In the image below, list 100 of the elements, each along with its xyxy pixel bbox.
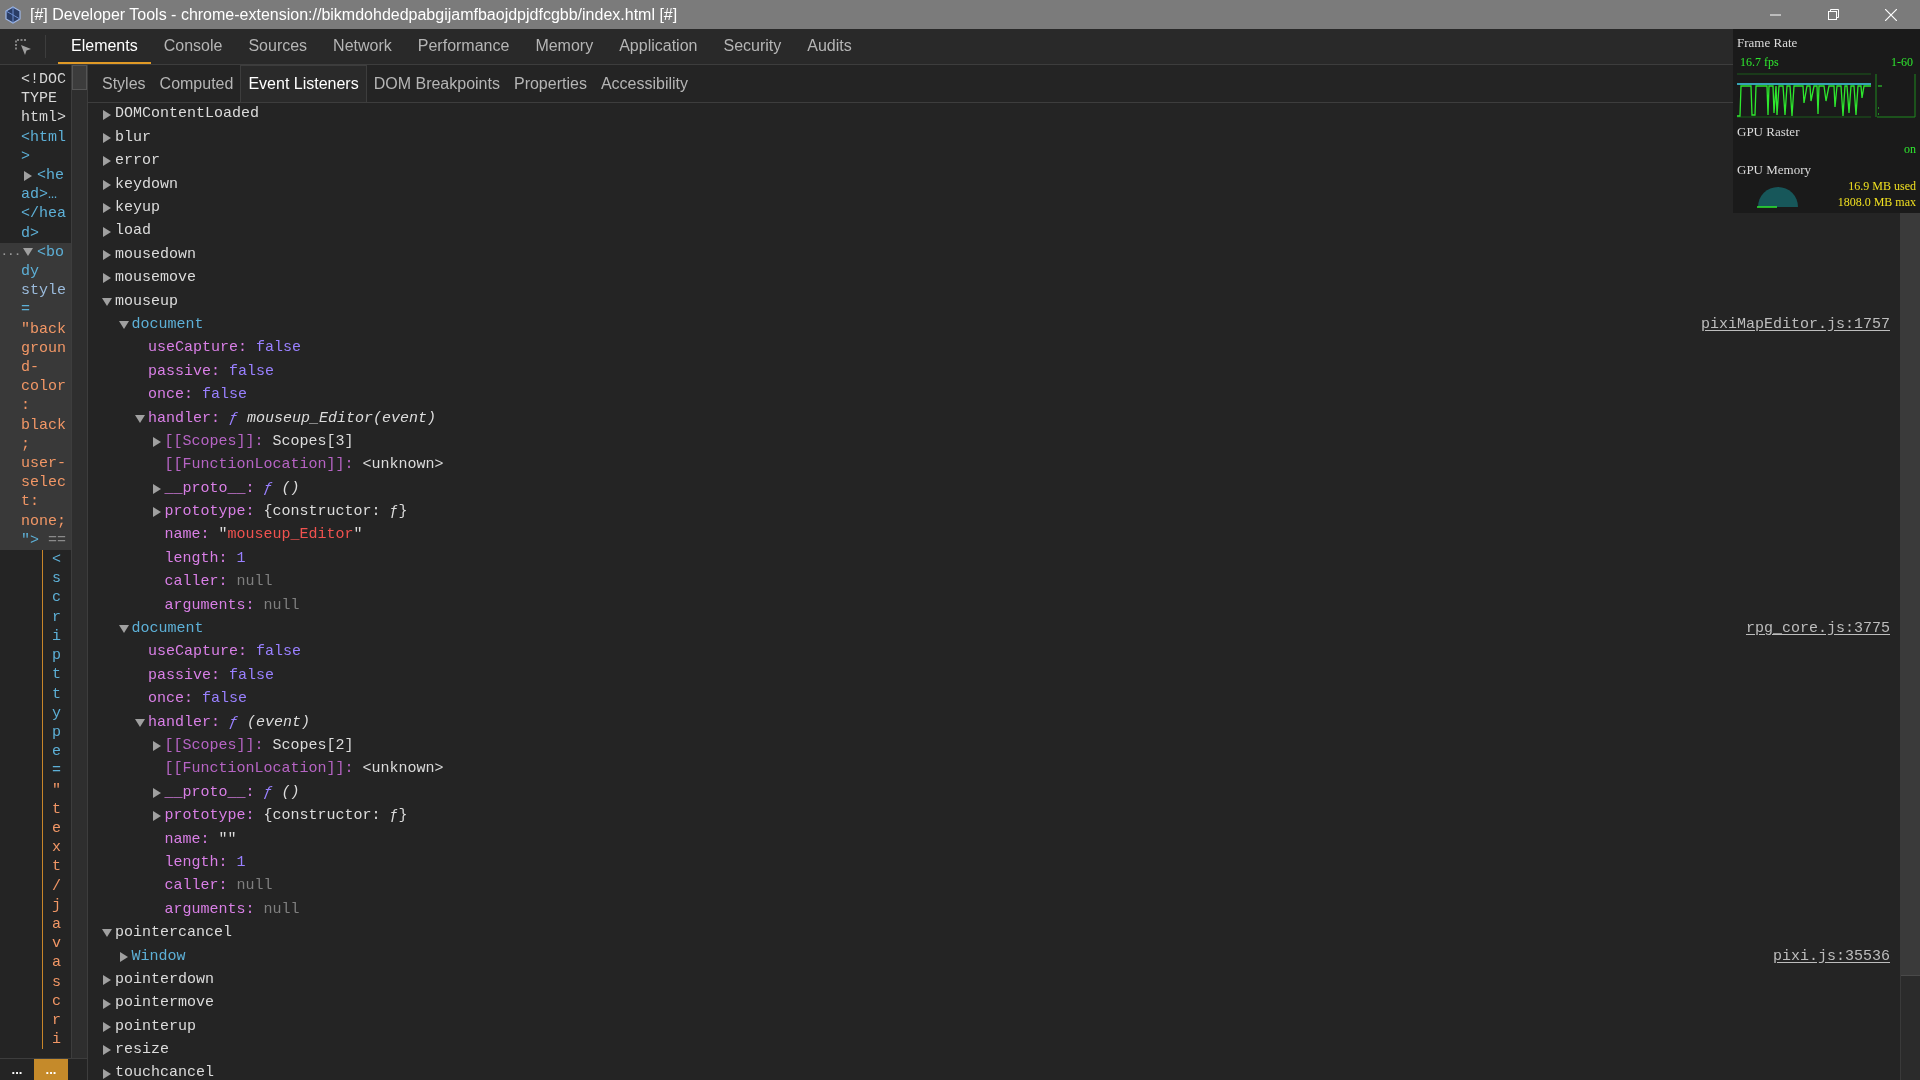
- scrollbar[interactable]: [1900, 213, 1920, 1080]
- sidebar-tab[interactable]: Computed: [152, 65, 241, 102]
- source-link[interactable]: pixi.js:35536: [1772, 945, 1890, 968]
- event-name[interactable]: DOMContentLoaded: [115, 103, 260, 126]
- dom-node[interactable]: <script type= "text/javascri: [52, 550, 61, 1050]
- expand-arrow-icon[interactable]: [102, 203, 112, 214]
- event-name[interactable]: resize: [115, 1039, 169, 1062]
- event-name[interactable]: keydown: [115, 173, 178, 197]
- expand-arrow-icon[interactable]: [102, 1068, 112, 1079]
- property-value: false: [256, 642, 302, 663]
- property-key[interactable]: __proto__:: [164, 781, 255, 805]
- event-name[interactable]: mousedown: [115, 243, 196, 267]
- expand-arrow-icon[interactable]: [102, 1045, 112, 1056]
- property-key: caller:: [164, 875, 228, 898]
- expand-arrow-icon[interactable]: [102, 133, 112, 144]
- memory-max: 1808.0 MB max: [1837, 193, 1916, 210]
- breadcrumb[interactable]: ...: [0, 1059, 34, 1080]
- listener-target[interactable]: document: [131, 618, 204, 641]
- expand-arrow-icon[interactable]: [102, 998, 112, 1009]
- collapse-arrow-icon[interactable]: [102, 928, 112, 939]
- expand-arrow-icon[interactable]: [102, 226, 112, 237]
- sidebar-tab[interactable]: Accessibility: [593, 65, 695, 102]
- event-name[interactable]: pointerup: [115, 1015, 196, 1039]
- collapse-arrow-icon[interactable]: [118, 624, 129, 635]
- panel-tab[interactable]: Performance: [404, 29, 523, 64]
- event-name[interactable]: pointermove: [115, 992, 215, 1015]
- property-value: null: [263, 595, 300, 616]
- property-key[interactable]: handler:: [148, 711, 220, 735]
- event-name[interactable]: pointerdown: [115, 968, 215, 992]
- expand-arrow-icon[interactable]: [151, 437, 162, 448]
- property-value: {constructor: ƒ}: [263, 806, 408, 827]
- expand-arrow-icon[interactable]: [102, 250, 112, 261]
- panel-tab[interactable]: Network: [320, 29, 405, 64]
- expand-arrow-icon[interactable]: [151, 507, 162, 518]
- property-value: 1: [236, 852, 246, 873]
- event-name[interactable]: error: [115, 150, 160, 173]
- property-value: "mouseup_Editor": [218, 525, 363, 546]
- listener-target[interactable]: document: [131, 313, 204, 337]
- property-key[interactable]: prototype:: [164, 501, 255, 524]
- panel-tab[interactable]: Security: [710, 29, 795, 64]
- property-key[interactable]: __proto__:: [164, 477, 255, 501]
- panel-tab[interactable]: Memory: [522, 29, 607, 64]
- property-key[interactable]: handler:: [148, 407, 220, 430]
- event-name[interactable]: load: [115, 220, 151, 243]
- expand-arrow-icon[interactable]: [23, 170, 33, 181]
- property-key: length:: [164, 547, 228, 571]
- expand-arrow-icon[interactable]: [102, 273, 112, 284]
- event-name[interactable]: mouseup: [115, 290, 178, 314]
- sidebar-tab[interactable]: Event Listeners: [240, 65, 367, 102]
- expand-arrow-icon[interactable]: [151, 811, 162, 822]
- expand-arrow-icon[interactable]: [102, 179, 112, 190]
- dom-node[interactable]: <he ad>… </hea d>: [21, 166, 69, 243]
- property-value: false: [229, 665, 275, 686]
- fps-range: 1-60: [1891, 53, 1913, 71]
- sidebar-tab[interactable]: DOM Breakpoints: [366, 65, 507, 102]
- window-title: [#] Developer Tools - chrome-extension://bikmdohdedpabgijamfbaojdpjdfcgbb/index.html [#]: [30, 4, 678, 25]
- expand-arrow-icon[interactable]: [151, 788, 162, 798]
- expand-arrow-icon[interactable]: [102, 109, 112, 120]
- property-key[interactable]: [[Scopes]]:: [164, 430, 264, 454]
- more-dots[interactable]: ...: [1, 242, 21, 262]
- property-value: <unknown>: [362, 455, 444, 476]
- panel-tab[interactable]: Console: [150, 29, 236, 64]
- expand-arrow-icon[interactable]: [102, 1021, 112, 1032]
- collapse-arrow-icon[interactable]: [23, 247, 33, 258]
- panel-tab[interactable]: Application: [606, 29, 711, 64]
- panel-tab[interactable]: Sources: [235, 29, 321, 64]
- event-name[interactable]: mousemove: [115, 267, 196, 290]
- sidebar-tab[interactable]: Properties: [506, 65, 594, 102]
- expand-arrow-icon[interactable]: [151, 483, 162, 494]
- collapse-arrow-icon[interactable]: [102, 296, 112, 307]
- property-key: name:: [164, 828, 210, 852]
- property-key[interactable]: prototype:: [164, 805, 255, 828]
- dom-node[interactable]: <html >: [21, 127, 69, 166]
- sidebar-tab[interactable]: Styles: [95, 65, 153, 102]
- event-name[interactable]: blur: [115, 126, 151, 150]
- collapse-arrow-icon[interactable]: [135, 717, 145, 728]
- listener-target[interactable]: Window: [131, 945, 186, 968]
- source-link[interactable]: rpg_core.js:3775: [1745, 618, 1890, 641]
- event-name[interactable]: pointercancel: [115, 922, 233, 945]
- event-name[interactable]: keyup: [115, 197, 160, 220]
- source-link[interactable]: pixiMapEditor.js:1757: [1700, 313, 1890, 337]
- expand-arrow-icon[interactable]: [102, 156, 112, 167]
- dom-node[interactable]: <!DOC TYPE html>: [21, 70, 69, 128]
- scrollbar[interactable]: [71, 65, 87, 1058]
- collapse-arrow-icon[interactable]: [135, 413, 145, 424]
- property-key: useCapture:: [148, 641, 248, 664]
- panel-tab[interactable]: Audits: [794, 29, 865, 64]
- property-value: false: [256, 338, 302, 359]
- property-key: name:: [164, 524, 210, 547]
- expand-arrow-icon[interactable]: [118, 951, 129, 962]
- event-name[interactable]: touchcancel: [115, 1062, 215, 1080]
- property-key[interactable]: [[Scopes]]:: [164, 735, 264, 758]
- property-key: passive:: [148, 664, 220, 688]
- property-key: arguments:: [164, 898, 255, 922]
- property-value: Scopes[3]: [272, 431, 354, 452]
- expand-arrow-icon[interactable]: [102, 975, 112, 986]
- collapse-arrow-icon[interactable]: [118, 320, 129, 331]
- property-key: passive:: [148, 360, 220, 384]
- dom-node[interactable]: <bo dy style = "back groun d- color : black ; user- selec t: none; "> ==: [21, 242, 69, 551]
- expand-arrow-icon[interactable]: [151, 741, 162, 752]
